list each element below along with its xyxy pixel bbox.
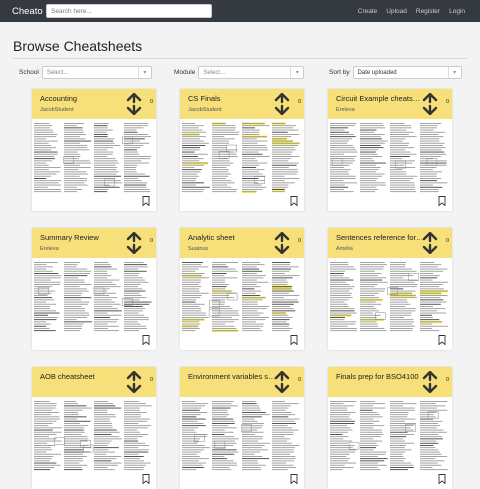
cheatsheet-card[interactable]: Accounting JacobStudent 0 (32, 89, 156, 211)
cheatsheet-card[interactable]: CS Finals JacobStudent 0 (180, 89, 304, 211)
card-title[interactable]: Analytic sheet (188, 233, 276, 242)
school-select[interactable]: Select... ▾ (41, 66, 152, 79)
cheatsheet-card[interactable]: Summary Review Ereleva 0 (32, 228, 156, 350)
school-filter: School Select... ▾ (19, 66, 152, 79)
nav-register-link[interactable]: Register (416, 8, 440, 15)
card-title[interactable]: Environment variables summary (188, 372, 276, 381)
card-title[interactable]: Sentences reference for exam (336, 233, 424, 242)
bookmark-icon[interactable] (142, 335, 150, 345)
module-select[interactable]: Select... ▾ (198, 66, 305, 79)
card-header: AOB cheatsheet 0 (32, 367, 156, 397)
card-title[interactable]: Accounting (40, 94, 128, 103)
vote-count: 0 (149, 99, 153, 105)
cheatsheet-preview[interactable] (32, 121, 156, 195)
vote-count: 0 (149, 238, 153, 244)
card-header: Accounting JacobStudent 0 (32, 89, 156, 119)
card-title[interactable]: CS Finals (188, 94, 276, 103)
chevron-down-icon: ▾ (447, 67, 461, 78)
card-title[interactable]: Finals prep for BSO4100 (336, 372, 424, 381)
vote-count: 0 (445, 238, 449, 244)
school-label: School (19, 69, 39, 76)
cheatsheet-preview[interactable] (328, 399, 452, 473)
cheatsheet-preview[interactable] (180, 260, 304, 334)
card-title[interactable]: AOB cheatsheet (40, 372, 128, 381)
cheatsheet-card[interactable]: Circuit Example cheatsheet Ereleva 0 (328, 89, 452, 211)
vote-arrows-icon[interactable] (123, 371, 145, 393)
bookmark-icon[interactable] (438, 196, 446, 206)
vote-count: 0 (297, 238, 301, 244)
vote-count: 0 (445, 377, 449, 383)
card-header: Environment variables summary 0 (180, 367, 304, 397)
vote-count: 0 (149, 377, 153, 383)
module-select-value: Select... (203, 69, 226, 76)
card-header: Sentences reference for exam Amelia 0 (328, 228, 452, 258)
cheatsheet-card[interactable]: Analytic sheet Suatnus 0 (180, 228, 304, 350)
nav-links: Create Upload Register Login (358, 0, 465, 22)
vote-arrows-icon[interactable] (419, 232, 441, 254)
page-title: Browse Cheatsheets (13, 38, 143, 54)
sort-select[interactable]: Date uploaded ▾ (352, 66, 462, 79)
brand-logo[interactable]: Cheato (12, 6, 44, 17)
module-filter: Module Select... ▾ (174, 66, 305, 79)
cheatsheet-card[interactable]: Sentences reference for exam Amelia 0 (328, 228, 452, 350)
divider (13, 58, 467, 59)
cheatsheet-preview[interactable] (32, 260, 156, 334)
card-author: JacobStudent (40, 107, 74, 113)
vote-arrows-icon[interactable] (419, 93, 441, 115)
bookmark-icon[interactable] (290, 335, 298, 345)
nav-create-link[interactable]: Create (358, 8, 378, 15)
card-author: Ereleva (336, 107, 355, 113)
card-header: Summary Review Ereleva 0 (32, 228, 156, 258)
bookmark-icon[interactable] (142, 196, 150, 206)
card-author: JacobStudent (188, 107, 222, 113)
card-header: Circuit Example cheatsheet Ereleva 0 (328, 89, 452, 119)
vote-arrows-icon[interactable] (123, 93, 145, 115)
vote-count: 0 (445, 99, 449, 105)
bookmark-icon[interactable] (438, 335, 446, 345)
card-title[interactable]: Summary Review (40, 233, 128, 242)
cheatsheet-preview[interactable] (32, 399, 156, 473)
card-title[interactable]: Circuit Example cheatsheet (336, 94, 424, 103)
nav-login-link[interactable]: Login (449, 8, 465, 15)
cheatsheet-preview[interactable] (328, 121, 452, 195)
card-author: Ereleva (40, 246, 59, 252)
chevron-down-icon: ▾ (137, 67, 151, 78)
sort-filter: Sort by Date uploaded ▾ (329, 66, 462, 79)
sort-label: Sort by (329, 69, 350, 76)
cheatsheet-card[interactable]: Environment variables summary 0 (180, 367, 304, 489)
vote-count: 0 (297, 377, 301, 383)
nav-upload-link[interactable]: Upload (386, 8, 407, 15)
chevron-down-icon: ▾ (290, 67, 303, 78)
card-header: CS Finals JacobStudent 0 (180, 89, 304, 119)
cheatsheet-preview[interactable] (180, 399, 304, 473)
bookmark-icon[interactable] (290, 474, 298, 484)
cheatsheet-preview[interactable] (180, 121, 304, 195)
card-author: Suatnus (188, 246, 209, 252)
card-author: Amelia (336, 246, 353, 252)
school-select-value: Select... (46, 69, 69, 76)
sort-select-value: Date uploaded (357, 69, 397, 76)
vote-arrows-icon[interactable] (271, 371, 293, 393)
vote-count: 0 (297, 99, 301, 105)
vote-arrows-icon[interactable] (419, 371, 441, 393)
search-input[interactable]: Search here... (46, 4, 212, 18)
vote-arrows-icon[interactable] (271, 232, 293, 254)
bookmark-icon[interactable] (142, 474, 150, 484)
card-header: Finals prep for BSO4100 0 (328, 367, 452, 397)
cheatsheet-card[interactable]: Finals prep for BSO4100 0 (328, 367, 452, 489)
bookmark-icon[interactable] (290, 196, 298, 206)
vote-arrows-icon[interactable] (123, 232, 145, 254)
card-header: Analytic sheet Suatnus 0 (180, 228, 304, 258)
cheatsheet-preview[interactable] (328, 260, 452, 334)
module-label: Module (174, 69, 196, 76)
navbar: Cheato Search here... Create Upload Regi… (0, 0, 480, 22)
cheatsheet-card[interactable]: AOB cheatsheet 0 (32, 367, 156, 489)
bookmark-icon[interactable] (438, 474, 446, 484)
vote-arrows-icon[interactable] (271, 93, 293, 115)
